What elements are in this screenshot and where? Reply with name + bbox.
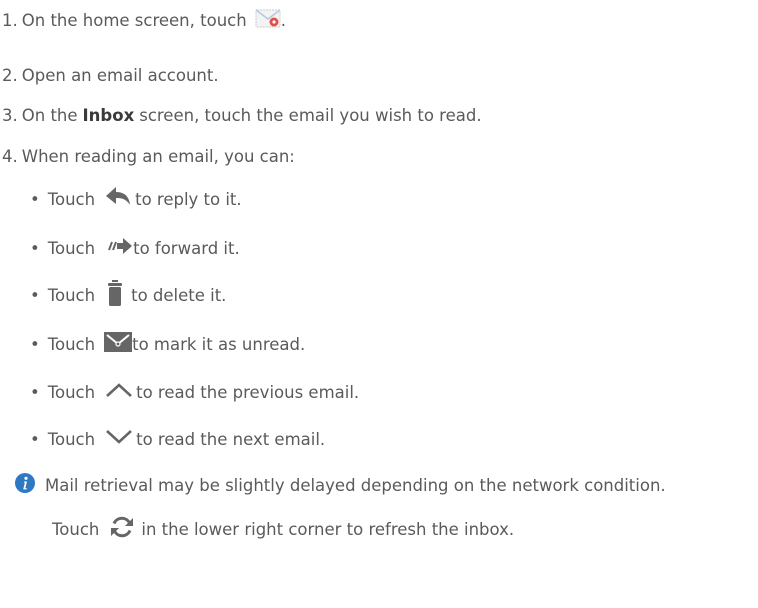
- action-previous: • Touch to read the previous email.: [30, 378, 359, 406]
- bullet: •: [30, 238, 40, 258]
- bullet: •: [30, 382, 40, 402]
- bullet: •: [30, 189, 40, 209]
- action-reply: • Touch to reply to it.: [30, 185, 242, 213]
- step-2: 2. Open an email account.: [2, 61, 219, 89]
- note-text: Mail retrieval may be slightly delayed d…: [45, 475, 666, 495]
- action-lead: Touch: [47, 334, 96, 354]
- step-1: 1. On the home screen, touch .: [2, 6, 286, 34]
- note-line-1: Mail retrieval may be slightly delayed d…: [14, 471, 666, 499]
- reply-icon: [105, 186, 131, 212]
- step-3: 3. On the Inbox screen, touch the email …: [2, 101, 482, 129]
- bullet: •: [30, 285, 40, 305]
- inbox-label: Inbox: [82, 105, 135, 125]
- action-text: to reply to it.: [135, 189, 242, 209]
- action-text: to delete it.: [131, 285, 227, 305]
- note-text: in the lower right corner to refresh the…: [141, 519, 515, 539]
- note-line-2: Touch in the lower right corner to refre…: [52, 515, 514, 543]
- step-text: On the: [21, 105, 78, 125]
- action-delete: • Touch to delete it.: [30, 280, 227, 310]
- action-lead: Touch: [47, 238, 96, 258]
- refresh-icon: [109, 514, 135, 544]
- step-number: 1.: [2, 10, 18, 30]
- step-number: 4.: [2, 146, 18, 166]
- chevron-up-icon: [105, 382, 133, 402]
- step-text: On the home screen, touch: [21, 10, 247, 30]
- action-next: • Touch to read the next email.: [30, 425, 325, 453]
- action-mark-unread: • Touch to mark it as unread.: [30, 330, 305, 358]
- bullet: •: [30, 429, 40, 449]
- chevron-down-icon: [105, 429, 133, 449]
- note-lead: Touch: [52, 519, 100, 539]
- step-text: Open an email account.: [21, 65, 219, 85]
- step-text-after: screen, touch the email you wish to read…: [139, 105, 482, 125]
- mark-unread-icon: [104, 332, 133, 356]
- action-text: to mark it as unread.: [132, 334, 306, 354]
- step-number: 3.: [2, 105, 18, 125]
- action-forward: • Touch to forward it.: [30, 234, 240, 262]
- action-lead: Touch: [47, 429, 96, 449]
- info-icon: [14, 472, 36, 498]
- step-text: When reading an email, you can:: [21, 146, 295, 166]
- step-number: 2.: [2, 65, 18, 85]
- step-text-after: .: [280, 10, 286, 30]
- bullet: •: [30, 334, 40, 354]
- action-lead: Touch: [47, 189, 96, 209]
- trash-icon: [108, 280, 123, 310]
- forward-icon: [107, 237, 133, 259]
- action-text: to read the previous email.: [136, 382, 360, 402]
- step-4: 4. When reading an email, you can:: [2, 142, 295, 170]
- action-text: to forward it.: [133, 238, 240, 258]
- action-lead: Touch: [47, 285, 96, 305]
- action-lead: Touch: [47, 382, 96, 402]
- email-app-icon: [255, 6, 281, 34]
- action-text: to read the next email.: [136, 429, 326, 449]
